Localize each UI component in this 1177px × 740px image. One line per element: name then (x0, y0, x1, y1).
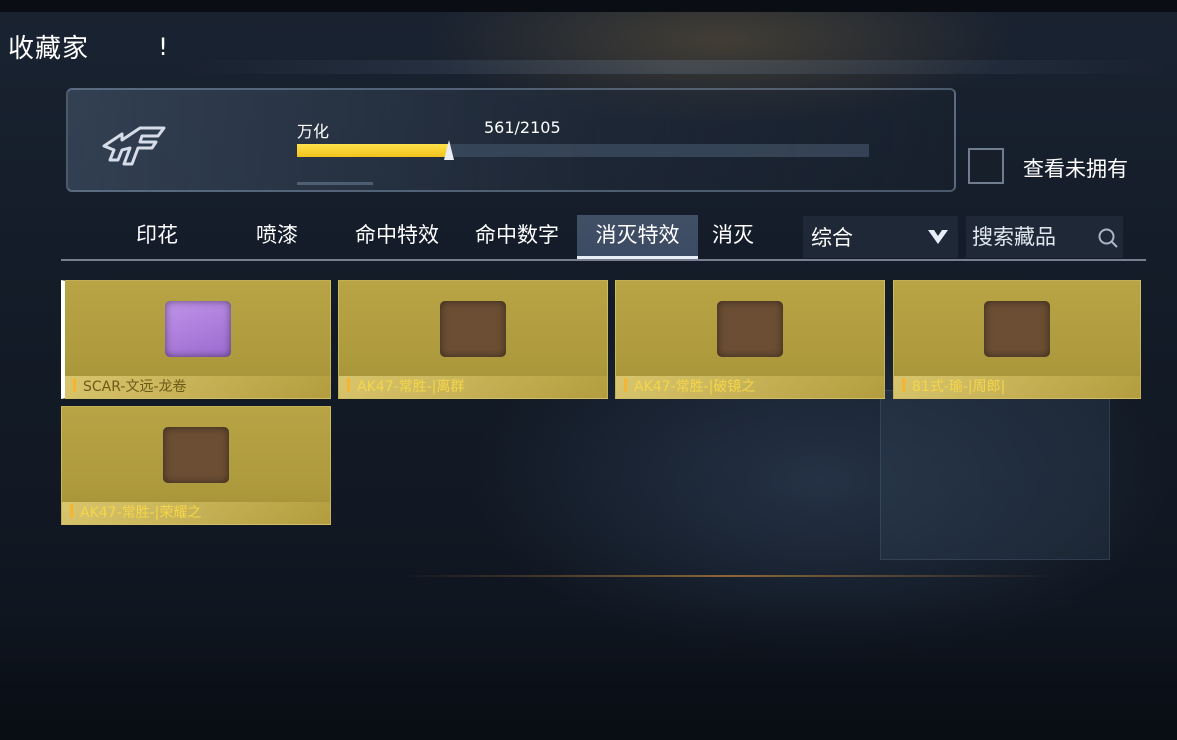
progress-count: 561/2105 (484, 118, 561, 137)
progress-marker (444, 140, 455, 160)
collection-progress-panel (66, 88, 956, 192)
search-box[interactable] (966, 216, 1123, 258)
sort-dropdown[interactable]: 综合 (803, 216, 958, 258)
top-edge-bar (0, 0, 1177, 12)
progress-bar (297, 144, 869, 157)
item-name: AK47-常胜-|离群 (347, 376, 464, 396)
item-name: 81式-瑜-|周郎| (902, 376, 1005, 396)
progress-label: 万化 (297, 122, 330, 141)
tab-kill-effects[interactable]: 消灭特效 (577, 215, 698, 259)
collector-emblem-icon (102, 126, 166, 166)
item-name: SCAR-文远-龙卷 (73, 376, 187, 396)
tab-stickers[interactable]: 印花 (120, 215, 194, 259)
tabs-divider (61, 259, 1146, 261)
search-icon[interactable] (1097, 227, 1119, 249)
tab-kill[interactable]: 消灭 (700, 215, 766, 259)
show-unowned-checkbox[interactable] (968, 148, 1004, 184)
collection-item-card[interactable]: AK47-常胜-|离群 (338, 280, 608, 399)
search-input[interactable] (972, 220, 1088, 254)
background-beam (180, 60, 1170, 74)
collection-item-card[interactable]: SCAR-文远-龙卷 (61, 280, 331, 399)
tab-sprays[interactable]: 喷漆 (240, 215, 314, 259)
collection-item-card[interactable]: 81式-瑜-|周郎| (893, 280, 1141, 399)
progress-bar-fill (297, 144, 450, 157)
page-title: 收藏家 (8, 34, 90, 64)
item-thumbnail (440, 301, 506, 357)
collection-item-card[interactable]: AK47-常胜-|荣耀之 (61, 406, 331, 525)
background-light-strip (400, 575, 1060, 577)
chevron-down-icon (928, 230, 948, 244)
tab-hit-effects[interactable]: 命中特效 (340, 215, 454, 259)
sort-selected-label: 综合 (811, 226, 853, 250)
info-icon[interactable]: ! (150, 30, 176, 64)
background-floor (0, 600, 1177, 740)
item-thumbnail (164, 301, 231, 357)
progress-sub-bar (297, 182, 373, 185)
background-door (880, 390, 1110, 560)
show-unowned-label[interactable]: 查看未拥有 (1023, 153, 1128, 183)
item-thumbnail (163, 427, 229, 483)
item-name: AK47-常胜-|破镜之 (624, 376, 755, 396)
tab-hit-numbers[interactable]: 命中数字 (460, 215, 574, 259)
item-thumbnail (717, 301, 783, 357)
item-name: AK47-常胜-|荣耀之 (70, 502, 201, 522)
item-thumbnail (984, 301, 1050, 357)
collection-item-card[interactable]: AK47-常胜-|破镜之 (615, 280, 885, 399)
